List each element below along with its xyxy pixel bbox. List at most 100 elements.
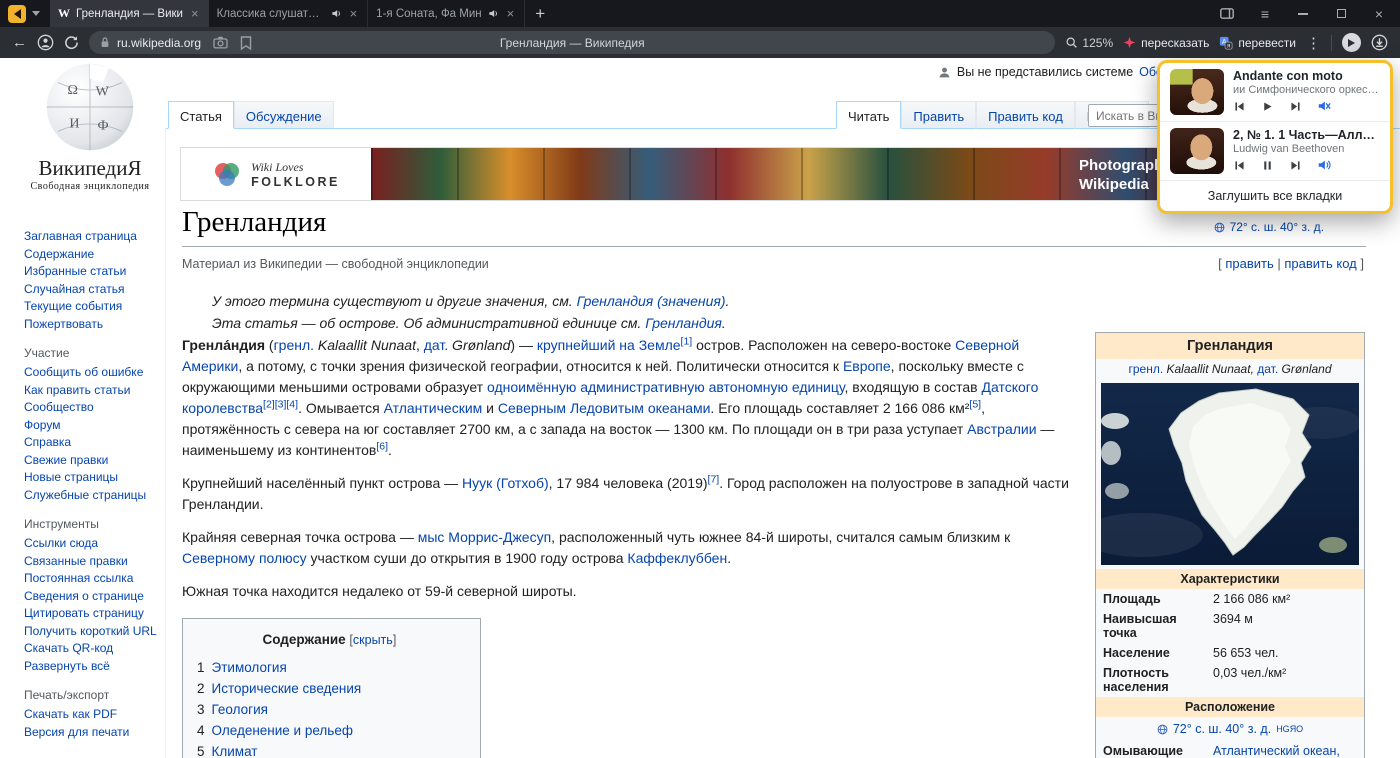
sidebar-link[interactable]: Служебные страницы: [24, 487, 164, 505]
sidebar-link[interactable]: Связанные правки: [24, 553, 164, 571]
inline-link[interactable]: Гренландия: [645, 315, 722, 331]
edit-link[interactable]: править: [1225, 256, 1273, 271]
sidebar-link[interactable]: Новые страницы: [24, 469, 164, 487]
muted-speaker-icon[interactable]: [1317, 99, 1331, 113]
sidebar-link[interactable]: Форум: [24, 417, 164, 435]
screenshot-icon[interactable]: [213, 36, 228, 49]
previous-track-icon[interactable]: [1233, 100, 1246, 113]
reference-link[interactable]: [1]: [681, 335, 693, 347]
tab-article[interactable]: Статья: [168, 101, 234, 129]
reference-link[interactable]: [5]: [969, 398, 981, 410]
inline-link[interactable]: Нуук (Готхоб): [462, 475, 549, 491]
play-icon[interactable]: [1261, 100, 1274, 113]
inline-link[interactable]: дат.: [1257, 362, 1278, 376]
sidebar-link[interactable]: Скачать как PDF: [24, 706, 164, 724]
video-play-icon[interactable]: [1342, 33, 1361, 52]
maximize-button[interactable]: [1330, 9, 1352, 18]
next-track-icon[interactable]: [1289, 159, 1302, 172]
side-panel-icon[interactable]: [1216, 8, 1238, 19]
reference-link[interactable]: [2][3][4]: [263, 398, 298, 410]
tab-audio-icon[interactable]: [331, 8, 342, 19]
wikipedia-logo[interactable]: Ω W И Ф ВикипедиЯ Свободная энциклопедия: [20, 60, 160, 192]
geo-services-links[interactable]: HGЯO: [1276, 724, 1303, 734]
sidebar-link[interactable]: Как править статьи: [24, 382, 164, 400]
back-icon[interactable]: ←: [12, 34, 27, 51]
inline-link[interactable]: Атлантическим: [384, 400, 483, 416]
sidebar-link[interactable]: Сведения о странице: [24, 588, 164, 606]
sidebar-link[interactable]: Постоянная ссылка: [24, 570, 164, 588]
inline-link[interactable]: гренл.: [274, 337, 314, 353]
reload-icon[interactable]: [64, 35, 79, 50]
pause-icon[interactable]: [1261, 159, 1274, 172]
sidebar-link[interactable]: Сообщить об ошибке: [24, 364, 164, 382]
zoom-indicator[interactable]: 125%: [1065, 36, 1113, 50]
inline-link[interactable]: Гренландия (значения): [577, 293, 726, 309]
previous-track-icon[interactable]: [1233, 159, 1246, 172]
tab-read[interactable]: Читать: [836, 101, 901, 129]
browser-tab-classic-music[interactable]: Классика слушать онлай ×: [209, 0, 369, 27]
inline-link[interactable]: Европе: [843, 358, 891, 374]
sidebar-link[interactable]: Избранные статьи: [24, 263, 164, 281]
inline-link[interactable]: крупнейший на Земле: [537, 337, 681, 353]
sidebar-link[interactable]: Версия для печати: [24, 724, 164, 742]
infobox-coordinates-link[interactable]: 72° с. ш. 40° з. д. HGЯO: [1096, 717, 1364, 741]
ocean-link[interactable]: Атлантический океан,: [1213, 744, 1357, 758]
translate-button[interactable]: Aя перевести: [1219, 36, 1296, 50]
sidebar-link[interactable]: Ссылки сюда: [24, 535, 164, 553]
sidebar-link[interactable]: Содержание: [24, 246, 164, 264]
toc-item[interactable]: 1Этимология: [197, 657, 462, 678]
new-tab-button[interactable]: +: [535, 4, 545, 24]
next-track-icon[interactable]: [1289, 100, 1302, 113]
kebab-menu-icon[interactable]: ⋮: [1306, 34, 1321, 52]
menu-icon[interactable]: ≡: [1254, 6, 1276, 22]
bookmark-icon[interactable]: [240, 36, 252, 50]
inline-link[interactable]: дат.: [424, 337, 448, 353]
sidebar-link[interactable]: Текущие события: [24, 298, 164, 316]
minimize-button[interactable]: [1292, 13, 1314, 15]
address-bar[interactable]: ru.wikipedia.org Гренландия — Википедия: [89, 31, 1055, 54]
toc-item[interactable]: 4Оледенение и рельеф: [197, 720, 462, 741]
tab-audio-icon[interactable]: [488, 8, 499, 19]
close-window-button[interactable]: ×: [1368, 6, 1390, 22]
toc-item[interactable]: 5Климат: [197, 741, 462, 758]
browser-tab-greenland[interactable]: W Гренландия — Вики ×: [50, 0, 209, 27]
chevron-down-icon[interactable]: [32, 11, 40, 20]
tab-talk[interactable]: Обсуждение: [234, 101, 334, 129]
inline-link[interactable]: Северным Ледовитым океанами: [498, 400, 711, 416]
sidebar-link[interactable]: Случайная статья: [24, 281, 164, 299]
tab-close-icon[interactable]: ×: [505, 6, 517, 21]
sidebar-link[interactable]: Цитировать страницу: [24, 605, 164, 623]
inline-link[interactable]: Каффеклуббен: [627, 550, 727, 566]
mute-all-tabs-button[interactable]: Заглушить все вкладки: [1160, 180, 1390, 211]
toc-item[interactable]: 3Геология: [197, 699, 462, 720]
sidebar-link[interactable]: Справка: [24, 434, 164, 452]
inline-link[interactable]: мыс Моррис-Джесуп: [418, 529, 551, 545]
sidebar-link[interactable]: Свежие правки: [24, 452, 164, 470]
sidebar-link[interactable]: Скачать QR-код: [24, 640, 164, 658]
reference-link[interactable]: [6]: [376, 440, 388, 452]
toc-hide-link[interactable]: скрыть: [353, 633, 393, 647]
tab-edit-source[interactable]: Править код: [976, 101, 1075, 129]
downloads-icon[interactable]: [1371, 34, 1388, 51]
toc-item[interactable]: 2Исторические сведения: [197, 678, 462, 699]
tab-close-icon[interactable]: ×: [189, 6, 201, 21]
sidebar-link[interactable]: Заглавная страница: [24, 228, 164, 246]
browser-logo-icon[interactable]: [8, 5, 26, 23]
sidebar-link[interactable]: Развернуть всё: [24, 658, 164, 676]
retell-button[interactable]: пересказать: [1123, 36, 1209, 50]
sidebar-link[interactable]: Пожертвовать: [24, 316, 164, 334]
tab-edit[interactable]: Править: [901, 101, 976, 129]
inline-link[interactable]: одноимённую административную автономную …: [487, 379, 845, 395]
inline-link[interactable]: Северному полюсу: [182, 550, 307, 566]
profile-icon[interactable]: [37, 34, 54, 51]
sidebar-link[interactable]: Сообщество: [24, 399, 164, 417]
inline-link[interactable]: Австралии: [967, 421, 1036, 437]
sidebar-link[interactable]: Получить короткий URL: [24, 623, 164, 641]
tab-close-icon[interactable]: ×: [348, 6, 360, 21]
edit-source-link[interactable]: править код: [1284, 256, 1356, 271]
inline-link[interactable]: гренл.: [1128, 362, 1163, 376]
browser-tab-sonata[interactable]: 1-я Соната, Фа Мин ×: [368, 0, 525, 27]
speaker-icon[interactable]: [1317, 158, 1331, 172]
reference-link[interactable]: [7]: [708, 473, 720, 485]
greenland-satellite-map[interactable]: [1101, 383, 1359, 565]
